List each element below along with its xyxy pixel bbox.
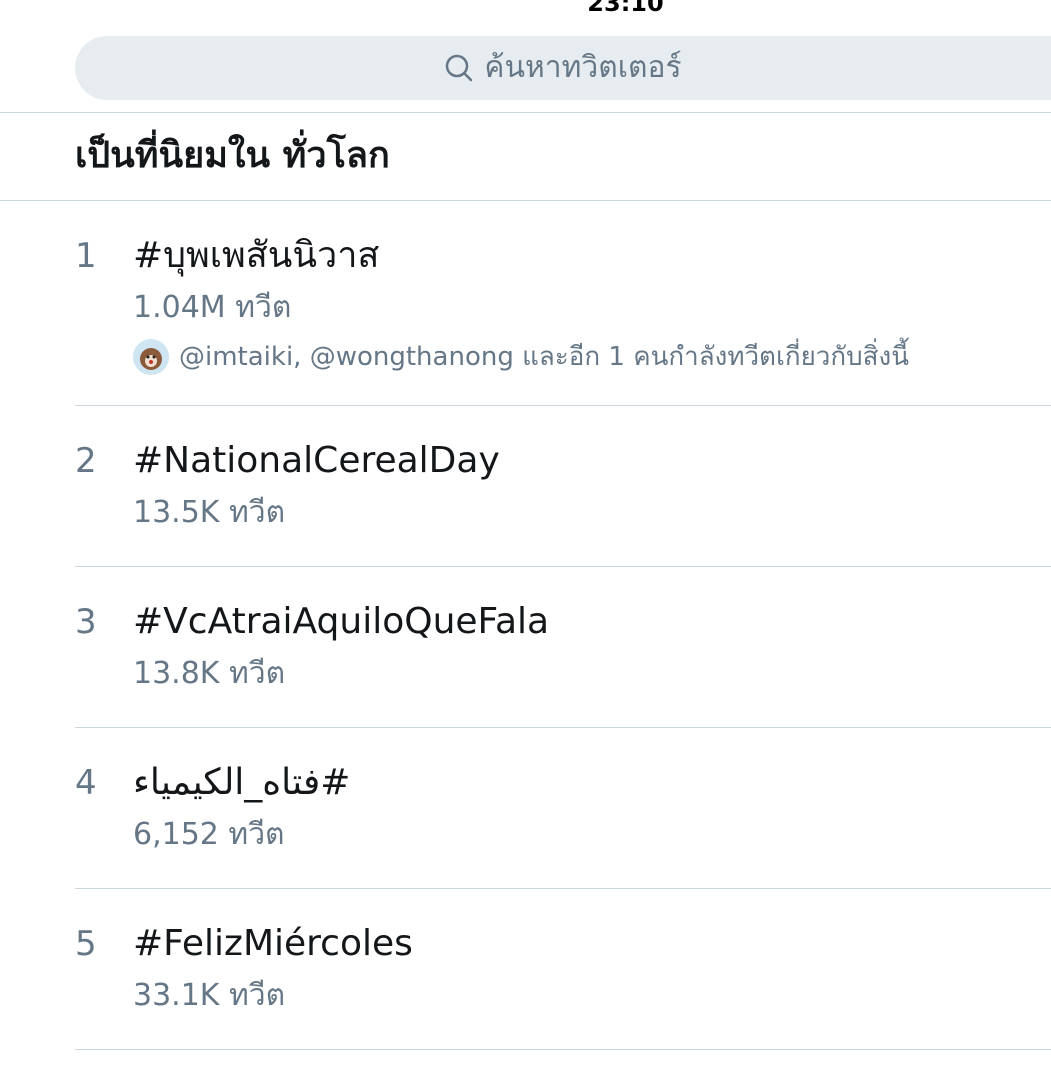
row-divider [75, 405, 1051, 406]
trend-item-3[interactable]: 3 #VcAtraiAquiloQueFala 13.8K ทวีต [75, 600, 1051, 720]
trend-tweet-count: 13.8K ทวีต [133, 656, 286, 691]
row-divider [75, 888, 1051, 889]
trends-section-title: เป็นที่นิยมใน ทั่วโลก [75, 135, 390, 176]
header-divider [0, 112, 1051, 113]
trend-name: #FelizMiércoles [133, 923, 413, 964]
trend-rank: 1 [75, 236, 97, 276]
trend-item-5[interactable]: 5 #FelizMiércoles 33.1K ทวีต [75, 922, 1051, 1042]
search-icon [446, 54, 473, 82]
trend-tweet-count: 6,152 ทวีต [133, 817, 285, 852]
trend-item-2[interactable]: 2 #NationalCerealDay 13.5K ทวีต [75, 439, 1051, 559]
trend-tweet-count: 13.5K ทวีต [133, 495, 286, 530]
trend-item-1[interactable]: 1 #บุพเพสันนิวาส 1.04M ทวีต @imtaiki, @w… [75, 234, 1051, 404]
trend-rank: 5 [75, 924, 97, 964]
row-divider [75, 566, 1051, 567]
section-divider [0, 200, 1051, 201]
trend-rank: 2 [75, 441, 97, 481]
trend-name: #บุพเพสันนิวาส [133, 235, 380, 276]
trend-name: #NationalCerealDay [133, 440, 500, 481]
trend-context-text: @imtaiki, @wongthanong และอีก 1 คนกำลังท… [179, 342, 909, 372]
row-divider [75, 1049, 1051, 1050]
status-bar-time: 23:10 [587, 0, 664, 17]
search-field[interactable]: ค้นหาทวิตเตอร์ [75, 36, 1051, 100]
trend-tweet-count: 33.1K ทวีต [133, 978, 286, 1013]
trend-name: #فتاه_الكيمياء [133, 762, 351, 803]
trend-name: #VcAtraiAquiloQueFala [133, 601, 550, 642]
trend-item-4[interactable]: 4 #فتاه_الكيمياء 6,152 ทวีต [75, 761, 1051, 881]
avatar [133, 338, 169, 375]
row-divider [75, 727, 1051, 728]
trend-tweet-count: 1.04M ทวีต [133, 290, 292, 325]
trend-rank: 4 [75, 763, 97, 803]
trend-rank: 3 [75, 602, 97, 642]
search-placeholder: ค้นหาทวิตเตอร์ [484, 50, 682, 85]
trend-context: @imtaiki, @wongthanong และอีก 1 คนกำลังท… [133, 336, 909, 377]
